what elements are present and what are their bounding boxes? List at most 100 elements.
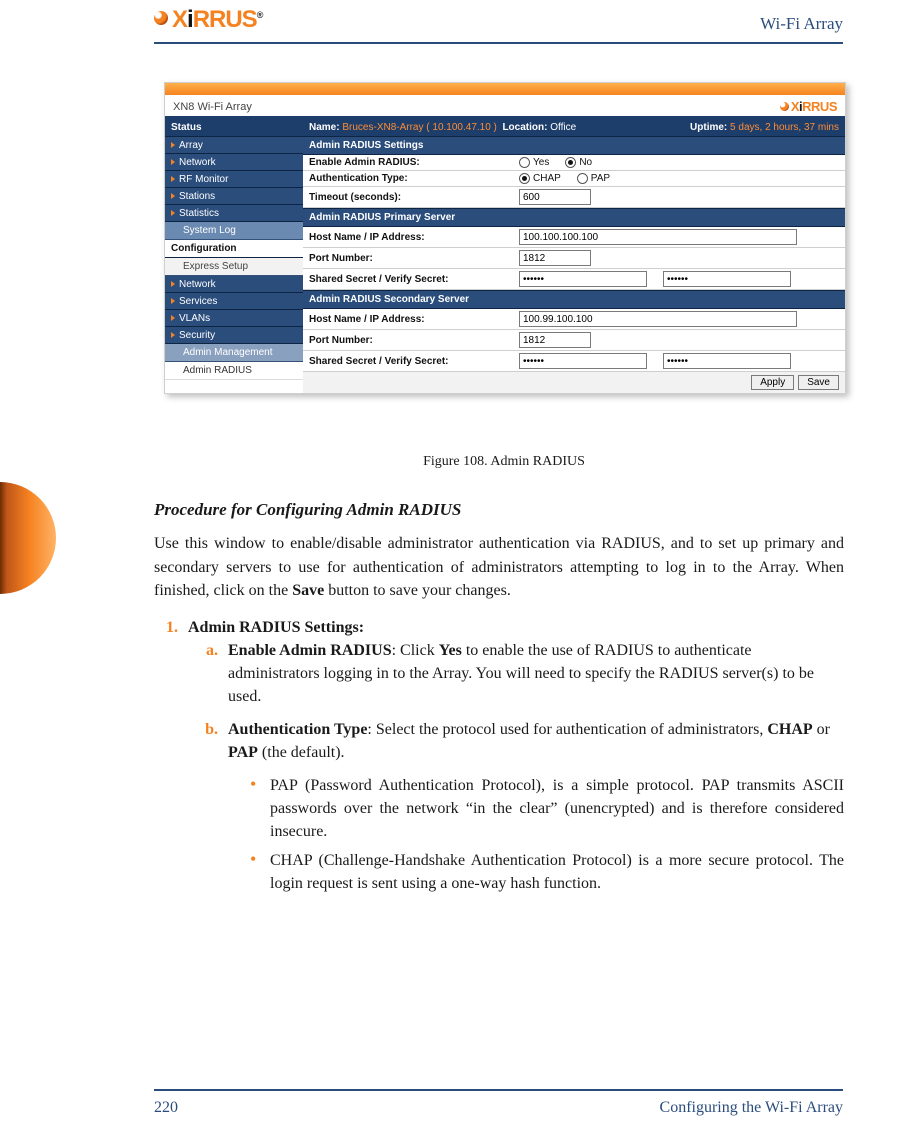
radio-enable-yes[interactable]: Yes (519, 157, 549, 168)
brand-logo: XiRRUS® (154, 8, 262, 32)
nav-item-label: Stations (179, 191, 215, 202)
chevron-right-icon (171, 210, 175, 216)
nav-item-array[interactable]: Array (165, 137, 303, 154)
secondary-port-input[interactable] (519, 332, 591, 348)
apply-button[interactable]: Apply (751, 375, 794, 390)
step-1a-heading: Enable Admin RADIUS (228, 642, 392, 659)
chevron-right-icon (171, 142, 175, 148)
intro-save-word: Save (292, 582, 324, 599)
secondary-host-input[interactable] (519, 311, 797, 327)
bullet-chap: CHAP (Challenge-Handshake Authentication… (250, 849, 844, 895)
secondary-secret-input[interactable] (519, 353, 647, 369)
step-1b-body: : Select the protocol used for authentic… (367, 721, 767, 738)
footer-rule (154, 1089, 843, 1091)
status-name-label: Name: (309, 122, 340, 133)
brand-letter-x: X (172, 6, 187, 33)
primary-host-input[interactable] (519, 229, 797, 245)
nav-item-cfg-network[interactable]: Network (165, 276, 303, 293)
bullet-list: PAP (Password Authentication Protocol), … (250, 774, 844, 895)
nav-section-configuration: Configuration (165, 240, 303, 258)
chapter-name: Configuring the Wi-Fi Array (660, 1099, 843, 1117)
primary-port-label: Port Number: (309, 253, 519, 264)
nav-item-label: Services (179, 296, 217, 307)
step-1b-or: or (813, 721, 830, 738)
page-number: 220 (154, 1099, 178, 1117)
step-1-heading: Admin RADIUS Settings: (188, 619, 364, 636)
radio-icon (577, 173, 588, 184)
chevron-right-icon (171, 281, 175, 287)
nav-sub-system-log[interactable]: System Log (165, 222, 303, 240)
chevron-right-icon (171, 159, 175, 165)
chevron-right-icon (171, 315, 175, 321)
step-1: Admin RADIUS Settings: Enable Admin RADI… (182, 616, 844, 895)
status-right: Uptime: 5 days, 2 hours, 37 mins (690, 122, 839, 133)
nav-sub-express-setup[interactable]: Express Setup (165, 258, 303, 276)
status-name-value: Bruces-XN8-Array (342, 122, 423, 133)
radio-auth-pap[interactable]: PAP (577, 173, 610, 184)
shot-accent-bar (165, 83, 845, 95)
status-uptime-label: Uptime: (690, 122, 727, 133)
button-bar: Apply Save (303, 372, 845, 393)
header-rule (154, 42, 843, 44)
radio-label: No (579, 157, 592, 168)
nav-sub-admin-radius[interactable]: Admin RADIUS (165, 362, 303, 380)
brand-registered-icon: ® (257, 10, 263, 20)
row-timeout: Timeout (seconds): (303, 187, 845, 208)
status-uptime-value: 5 days, 2 hours, 37 mins (730, 122, 839, 133)
status-loc-value: Office (550, 122, 576, 133)
nav-item-rf-monitor[interactable]: RF Monitor (165, 171, 303, 188)
step-1b-heading: Authentication Type (228, 721, 367, 738)
save-button[interactable]: Save (798, 375, 839, 390)
step-1b-chap: CHAP (767, 721, 812, 738)
row-secondary-port: Port Number: (303, 330, 845, 351)
alpha-list: Enable Admin RADIUS: Click Yes to enable… (222, 639, 844, 764)
primary-secret-input[interactable] (519, 271, 647, 287)
body-content: Procedure for Configuring Admin RADIUS U… (154, 498, 844, 905)
intro-tail: button to save your changes. (324, 582, 511, 599)
chevron-right-icon (171, 176, 175, 182)
nav-item-cfg-vlans[interactable]: VLANs (165, 310, 303, 327)
radio-auth-chap[interactable]: CHAP (519, 173, 561, 184)
timeout-input[interactable] (519, 189, 591, 205)
radio-icon (519, 173, 530, 184)
doc-title: Wi-Fi Array (760, 14, 843, 34)
nav-item-network[interactable]: Network (165, 154, 303, 171)
nav-item-label: VLANs (179, 313, 210, 324)
radio-icon (565, 157, 576, 168)
radio-enable-no[interactable]: No (565, 157, 592, 168)
group-header-secondary: Admin RADIUS Secondary Server (303, 290, 845, 309)
row-primary-secret: Shared Secret / Verify Secret: (303, 269, 845, 290)
primary-secret-label: Shared Secret / Verify Secret: (309, 274, 519, 285)
nav-item-label: Network (179, 157, 216, 168)
secondary-verify-input[interactable] (663, 353, 791, 369)
nav-item-label: Network (179, 279, 216, 290)
primary-port-input[interactable] (519, 250, 591, 266)
shot-body: Status Array Network RF Monitor Stations… (165, 119, 845, 393)
step-1a-body: : Click (392, 642, 439, 659)
nav-sub-admin-management[interactable]: Admin Management (165, 344, 303, 362)
thumb-tab-icon (0, 482, 56, 594)
radio-label: Yes (533, 157, 549, 168)
nav-item-statistics[interactable]: Statistics (165, 205, 303, 222)
group-header-settings: Admin RADIUS Settings (303, 136, 845, 155)
intro-paragraph: Use this window to enable/disable admini… (154, 532, 844, 601)
enable-radius-label: Enable Admin RADIUS: (309, 157, 519, 168)
row-primary-host: Host Name / IP Address: (303, 227, 845, 248)
chevron-right-icon (171, 298, 175, 304)
group-header-primary: Admin RADIUS Primary Server (303, 208, 845, 227)
nav-item-cfg-services[interactable]: Services (165, 293, 303, 310)
secondary-port-label: Port Number: (309, 335, 519, 346)
figure-caption: Figure 108. Admin RADIUS (164, 454, 844, 470)
status-left: Name: Bruces-XN8-Array ( 10.100.47.10 ) … (309, 122, 576, 133)
radio-label: CHAP (533, 173, 561, 184)
nav-item-cfg-security[interactable]: Security (165, 327, 303, 344)
nav-item-label: Array (179, 140, 203, 151)
secondary-secret-label: Shared Secret / Verify Secret: (309, 356, 519, 367)
row-primary-port: Port Number: (303, 248, 845, 269)
step-1b-tail: (the default). (258, 744, 345, 761)
nav-item-stations[interactable]: Stations (165, 188, 303, 205)
chevron-right-icon (171, 332, 175, 338)
shot-window-title: XN8 Wi-Fi Array (173, 101, 252, 113)
primary-verify-input[interactable] (663, 271, 791, 287)
page: XiRRUS® Wi-Fi Array XN8 Wi-Fi Array XiRR… (0, 0, 901, 1137)
